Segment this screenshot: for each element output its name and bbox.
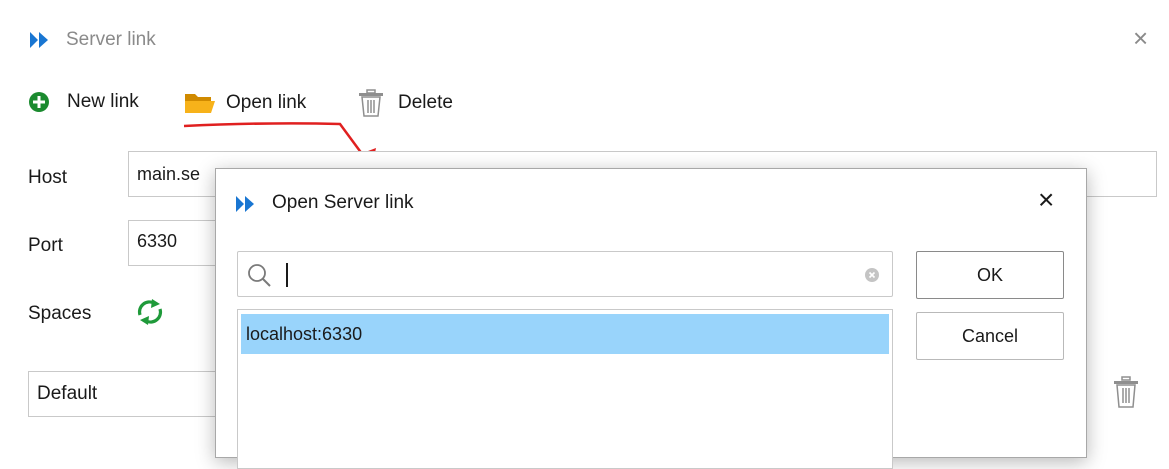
search-field[interactable] [237,251,893,297]
text-cursor [286,263,288,287]
dialog-title: Open Server link [272,192,414,213]
add-circle-icon [29,92,49,112]
server-link-list: localhost:6330 [237,309,893,469]
open-link-button[interactable]: Open link [184,91,306,115]
trash-icon[interactable] [1113,376,1139,408]
spaces-label: Spaces [28,303,92,324]
delete-label: Delete [398,92,453,113]
refresh-icon[interactable] [134,299,166,325]
trash-icon [359,89,383,117]
window-close-button[interactable]: × [1133,25,1148,51]
ok-button[interactable]: OK [916,251,1064,299]
port-input[interactable]: 6330 [128,220,228,266]
host-label: Host [28,167,68,188]
port-value: 6330 [137,231,178,251]
app-logo-icon [236,196,254,212]
app-logo-icon [30,32,48,48]
host-value: main.se [137,163,201,184]
new-link-label: New link [67,91,139,112]
list-item-label: localhost:6330 [246,323,363,344]
list-item[interactable]: localhost:6330 [241,314,889,354]
port-label: Port [28,235,63,256]
space-select-value: Default [37,383,98,404]
folder-open-icon [185,94,215,113]
dialog-close-button[interactable]: × [1038,186,1054,214]
open-link-label: Open link [226,92,307,113]
window-title: Server link [66,29,156,50]
new-link-button[interactable]: New link [28,91,139,113]
space-select[interactable]: Default [28,371,228,417]
delete-button[interactable]: Delete [358,89,453,117]
clear-icon[interactable] [865,268,879,282]
open-server-link-dialog: Open Server link × localhost:6330 OK Can… [215,168,1087,469]
cancel-button[interactable]: Cancel [916,312,1064,360]
search-icon [248,264,271,287]
